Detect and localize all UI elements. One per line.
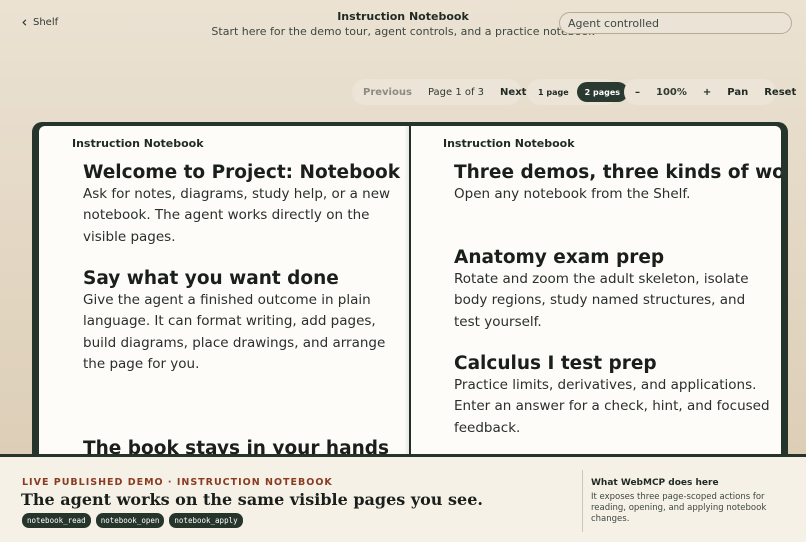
right-page-header: Instruction Notebook (443, 137, 575, 150)
page-indicator: Page 1 of 3 (427, 86, 485, 98)
section-body: Practice limits, derivatives, and applic… (454, 377, 770, 436)
tool-chip-notebook-read: notebook_read (22, 513, 91, 528)
tool-chip-notebook-open: notebook_open (95, 513, 165, 528)
left-page-header: Instruction Notebook (72, 137, 204, 150)
tool-chip-notebook-apply: notebook_apply (169, 513, 243, 528)
section-title: Three demos, three kinds of work (454, 162, 781, 183)
zoom-level: 100% (656, 86, 687, 98)
reset-button[interactable]: Reset (756, 87, 804, 98)
banner-tagline: The agent works on the same visible page… (21, 490, 483, 509)
zoom-out-button[interactable]: – (627, 87, 648, 98)
right-page[interactable]: Instruction Notebook Three demos, three … (411, 126, 781, 462)
banner-divider (582, 470, 583, 532)
webmcp-description: It exposes three page-scoped actions for… (591, 492, 767, 524)
demo-banner: LIVE PUBLISHED DEMO · INSTRUCTION NOTEBO… (0, 454, 806, 542)
view-toggle: 1 page 2 pages (527, 79, 629, 105)
two-pages-button[interactable]: 2 pages (576, 82, 629, 102)
section-title: Calculus I test prep (454, 353, 657, 374)
control-mode-field[interactable]: Agent controlled (559, 12, 792, 34)
notebook-book: Instruction Notebook Welcome to Project:… (32, 122, 788, 462)
section-body: Ask for notes, diagrams, study help, or … (83, 186, 391, 245)
previous-button[interactable]: Previous (355, 87, 420, 98)
one-page-button[interactable]: 1 page (530, 88, 577, 97)
zoom-controls: – 100% + Pan Reset (624, 79, 796, 105)
section-body: Give the agent a finished outcome in pla… (83, 292, 386, 372)
section-welcome: Welcome to Project: Notebook Ask for not… (83, 162, 401, 248)
section-say-what: Say what you want done Give the agent a … (83, 268, 398, 375)
left-page[interactable]: Instruction Notebook Welcome to Project:… (39, 126, 409, 462)
webmcp-title: What WebMCP does here (591, 478, 719, 488)
section-title: Say what you want done (83, 268, 339, 289)
section-title: Anatomy exam prep (454, 247, 665, 268)
section-body: Open any notebook from the Shelf. (454, 186, 691, 202)
section-calculus: Calculus I test prep Practice limits, de… (454, 353, 774, 439)
pan-button[interactable]: Pan (719, 87, 756, 98)
zoom-in-button[interactable]: + (695, 87, 719, 98)
tool-chip-list: notebook_read notebook_open notebook_app… (22, 513, 243, 528)
section-title: Welcome to Project: Notebook (83, 162, 401, 183)
section-anatomy: Anatomy exam prep Rotate and zoom the ad… (454, 247, 774, 333)
section-body: Rotate and zoom the adult skeleton, isol… (454, 271, 749, 330)
banner-kicker: LIVE PUBLISHED DEMO · INSTRUCTION NOTEBO… (22, 477, 333, 488)
pager-controls: Previous Page 1 of 3 Next (352, 79, 526, 105)
section-three-demos: Three demos, three kinds of work Open an… (454, 162, 781, 205)
